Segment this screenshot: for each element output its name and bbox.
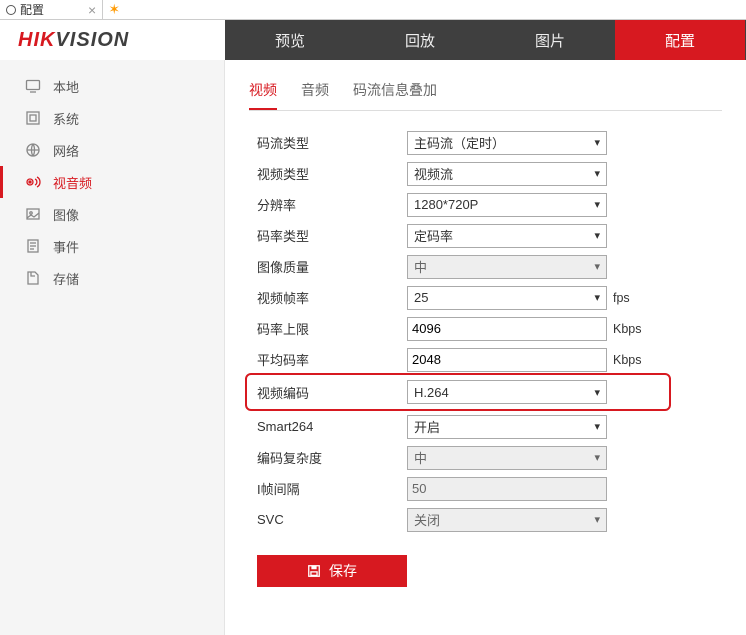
chevron-down-icon: ▾ — [594, 386, 600, 399]
audiovideo-icon — [25, 174, 41, 190]
sidebar-item-label: 网络 — [53, 141, 79, 160]
row-bitrate-type: 码率类型 定码率▾ — [257, 220, 746, 251]
nav-preview[interactable]: 预览 — [225, 20, 355, 60]
row-bitrate-max: 码率上限 Kbps — [257, 313, 746, 344]
sidebar-item-event[interactable]: 事件 — [0, 230, 224, 262]
row-resolution: 分辨率 1280*720P▾ — [257, 189, 746, 220]
row-video-type: 视频类型 视频流▾ — [257, 158, 746, 189]
label-video-type: 视频类型 — [257, 164, 407, 183]
subtabs: 视频 音频 码流信息叠加 — [249, 76, 722, 111]
image-icon — [25, 206, 41, 222]
sidebar-item-network[interactable]: 网络 — [0, 134, 224, 166]
storage-icon — [25, 270, 41, 286]
input-i-interval — [407, 477, 607, 501]
sidebar-item-audiovideo[interactable]: 视音频 — [0, 166, 224, 198]
sidebar-item-label: 本地 — [53, 77, 79, 96]
globe-icon — [25, 142, 41, 158]
event-icon — [25, 238, 41, 254]
chevron-down-icon: ▾ — [594, 291, 600, 304]
logo-hik: HIK — [18, 29, 55, 52]
header: HIKVISION 预览 回放 图片 配置 — [0, 20, 746, 60]
label-stream-type: 码流类型 — [257, 133, 407, 152]
sidebar: 本地 系统 网络 视音频 图像 事件 存储 — [0, 60, 225, 635]
select-resolution[interactable]: 1280*720P▾ — [407, 193, 607, 217]
label-svc: SVC — [257, 512, 407, 527]
label-smart264: Smart264 — [257, 419, 407, 434]
chevron-down-icon: ▾ — [594, 136, 600, 149]
input-bitrate-max[interactable] — [407, 317, 607, 341]
nav-config[interactable]: 配置 — [615, 20, 745, 60]
label-avg-bitrate: 平均码率 — [257, 350, 407, 369]
label-complexity: 编码复杂度 — [257, 448, 407, 467]
select-bitrate-type[interactable]: 定码率▾ — [407, 224, 607, 248]
select-complexity: 中▾ — [407, 446, 607, 470]
chevron-down-icon: ▾ — [594, 260, 600, 273]
new-tab-button[interactable]: ✶ — [103, 0, 125, 19]
sidebar-item-local[interactable]: 本地 — [0, 70, 224, 102]
system-icon — [25, 110, 41, 126]
subtab-video[interactable]: 视频 — [249, 76, 277, 110]
label-bitrate-type: 码率类型 — [257, 226, 407, 245]
browser-tabstrip: 配置 × ✶ — [0, 0, 746, 20]
label-bitrate-max: 码率上限 — [257, 319, 407, 338]
select-image-quality: 中▾ — [407, 255, 607, 279]
chevron-down-icon: ▾ — [594, 451, 600, 464]
sidebar-item-label: 系统 — [53, 109, 79, 128]
video-settings-form: 码流类型 主码流（定时）▾ 视频类型 视频流▾ 分辨率 1280*720P▾ 码… — [249, 127, 746, 587]
logo: HIKVISION — [0, 20, 225, 60]
select-video-codec[interactable]: H.264▾ — [407, 380, 607, 404]
row-smart264: Smart264 开启▾ — [257, 411, 746, 442]
row-image-quality: 图像质量 中▾ — [257, 251, 746, 282]
nav-playback[interactable]: 回放 — [355, 20, 485, 60]
logo-vision: VISION — [55, 29, 129, 52]
nav-picture[interactable]: 图片 — [485, 20, 615, 60]
chevron-down-icon: ▾ — [594, 513, 600, 526]
content: 视频 音频 码流信息叠加 码流类型 主码流（定时）▾ 视频类型 视频流▾ 分辨率… — [225, 60, 746, 635]
select-stream-type[interactable]: 主码流（定时）▾ — [407, 131, 607, 155]
label-i-interval: I帧间隔 — [257, 479, 407, 498]
row-i-interval: I帧间隔 — [257, 473, 746, 504]
label-image-quality: 图像质量 — [257, 257, 407, 276]
select-video-type[interactable]: 视频流▾ — [407, 162, 607, 186]
row-stream-type: 码流类型 主码流（定时）▾ — [257, 127, 746, 158]
label-video-codec: 视频编码 — [257, 383, 407, 402]
main: 本地 系统 网络 视音频 图像 事件 存储 视频 音频 — [0, 60, 746, 635]
chevron-down-icon: ▾ — [594, 198, 600, 211]
sidebar-item-image[interactable]: 图像 — [0, 198, 224, 230]
monitor-icon — [25, 78, 41, 94]
chevron-down-icon: ▾ — [594, 229, 600, 242]
chevron-down-icon: ▾ — [594, 167, 600, 180]
row-video-codec: 视频编码 H.264▾ — [249, 377, 667, 407]
sidebar-item-label: 事件 — [53, 237, 79, 256]
select-smart264[interactable]: 开启▾ — [407, 415, 607, 439]
subtab-audio[interactable]: 音频 — [301, 76, 329, 110]
row-avg-bitrate: 平均码率 Kbps — [257, 344, 746, 375]
unit-kbps: Kbps — [613, 322, 642, 336]
sidebar-item-system[interactable]: 系统 — [0, 102, 224, 134]
sidebar-item-label: 图像 — [53, 205, 79, 224]
sidebar-item-label: 存储 — [53, 269, 79, 288]
sidebar-item-label: 视音频 — [53, 173, 92, 192]
select-framerate[interactable]: 25▾ — [407, 286, 607, 310]
row-framerate: 视频帧率 25▾ fps — [257, 282, 746, 313]
subtab-streaminfo[interactable]: 码流信息叠加 — [353, 76, 437, 110]
unit-kbps: Kbps — [613, 353, 642, 367]
top-nav: 预览 回放 图片 配置 — [225, 20, 746, 60]
save-button[interactable]: 保存 — [257, 555, 407, 587]
unit-fps: fps — [613, 291, 630, 305]
select-svc: 关闭▾ — [407, 508, 607, 532]
tab-close-icon[interactable]: × — [88, 3, 96, 17]
label-resolution: 分辨率 — [257, 195, 407, 214]
browser-tab[interactable]: 配置 × — [0, 0, 103, 19]
input-avg-bitrate[interactable] — [407, 348, 607, 372]
row-svc: SVC 关闭▾ — [257, 504, 746, 535]
tab-favicon-icon — [6, 5, 16, 15]
tab-title: 配置 — [20, 1, 44, 18]
save-button-label: 保存 — [329, 561, 357, 581]
label-framerate: 视频帧率 — [257, 288, 407, 307]
chevron-down-icon: ▾ — [594, 420, 600, 433]
sidebar-item-storage[interactable]: 存储 — [0, 262, 224, 294]
row-complexity: 编码复杂度 中▾ — [257, 442, 746, 473]
save-icon — [307, 564, 321, 578]
